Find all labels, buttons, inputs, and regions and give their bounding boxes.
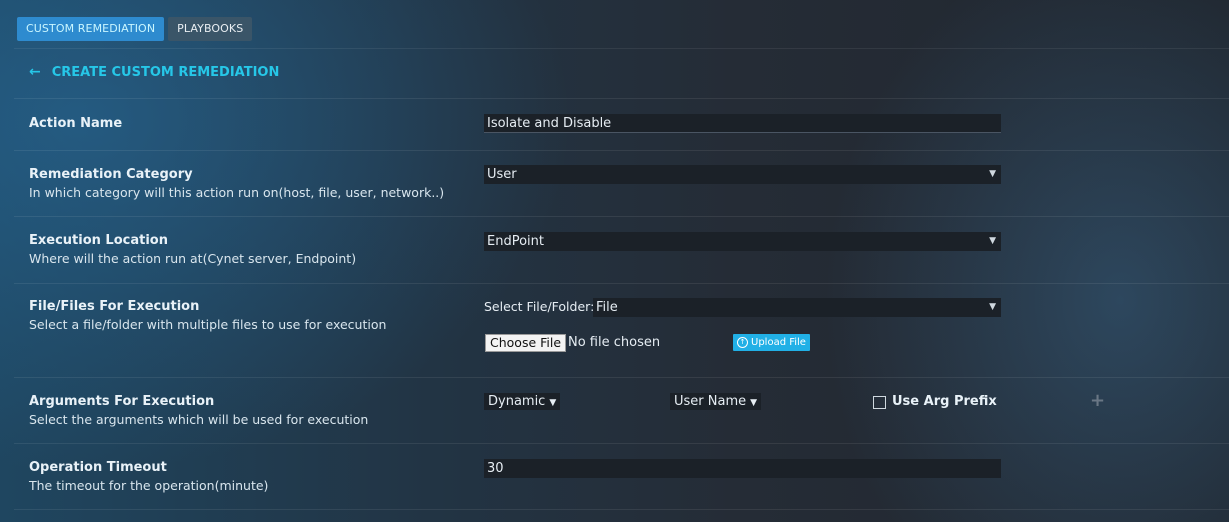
row-divider xyxy=(14,443,1229,444)
upload-icon: ↑ xyxy=(737,337,748,348)
timeout-label-group: Operation Timeout The timeout for the op… xyxy=(29,460,268,493)
action-name-label: Action Name xyxy=(29,116,123,131)
row-divider xyxy=(14,216,1229,217)
location-select[interactable]: EndPoint ▼ xyxy=(484,232,1001,251)
argument-type-value: Dynamic xyxy=(488,394,546,409)
category-label: Remediation Category xyxy=(29,167,193,182)
arguments-label: Arguments For Execution xyxy=(29,394,215,409)
action-name-label-group: Action Name xyxy=(29,116,122,131)
upload-file-label: Upload File xyxy=(751,337,806,348)
arguments-description: Select the arguments which will be used … xyxy=(29,412,369,427)
files-description: Select a file/folder with multiple files… xyxy=(29,317,387,332)
files-label: File/Files For Execution xyxy=(29,299,200,314)
tab-bar: CUSTOM REMEDIATION PLAYBOOKS xyxy=(17,17,253,41)
category-select[interactable]: User ▼ xyxy=(484,165,1001,184)
location-label: Execution Location xyxy=(29,233,168,248)
timeout-description: The timeout for the operation(minute) xyxy=(29,478,269,493)
arguments-label-group: Arguments For Execution Select the argum… xyxy=(29,394,368,427)
arrow-left-icon[interactable]: ← xyxy=(29,64,41,80)
argument-value-select[interactable]: User Name ▼ xyxy=(670,393,762,410)
row-divider xyxy=(14,509,1229,510)
tab-custom-remediation[interactable]: CUSTOM REMEDIATION xyxy=(17,17,165,41)
page-header: ← CREATE CUSTOM REMEDIATION xyxy=(29,64,279,80)
page-title: CREATE CUSTOM REMEDIATION xyxy=(51,64,280,80)
row-divider xyxy=(14,377,1229,378)
location-description: Where will the action run at(Cynet serve… xyxy=(29,251,357,266)
action-name-input[interactable]: Isolate and Disable xyxy=(484,114,1001,133)
caret-down-icon: ▼ xyxy=(989,236,996,246)
row-divider xyxy=(14,283,1229,284)
use-arg-prefix-checkbox[interactable] xyxy=(873,396,886,409)
use-arg-prefix-label: Use Arg Prefix xyxy=(892,394,997,409)
tab-divider xyxy=(14,48,1229,49)
file-folder-select-value: File xyxy=(596,300,618,315)
location-select-value: EndPoint xyxy=(487,234,544,249)
file-folder-select[interactable]: File ▼ xyxy=(593,298,1001,317)
header-divider xyxy=(14,98,1229,99)
argument-type-select[interactable]: Dynamic ▼ xyxy=(484,393,561,410)
category-description: In which category will this action run o… xyxy=(29,185,445,200)
files-label-group: File/Files For Execution Select a file/f… xyxy=(29,299,386,332)
tab-playbooks[interactable]: PLAYBOOKS xyxy=(168,17,253,41)
argument-value: User Name xyxy=(674,394,747,409)
caret-down-icon: ▼ xyxy=(989,302,996,312)
row-divider xyxy=(14,150,1229,151)
category-label-group: Remediation Category In which category w… xyxy=(29,167,444,200)
caret-down-icon: ▼ xyxy=(549,398,557,408)
choose-file-button[interactable]: Choose File xyxy=(485,334,567,352)
upload-file-button[interactable]: ↑ Upload File xyxy=(733,334,810,351)
caret-down-icon: ▼ xyxy=(989,169,996,179)
select-file-folder-label: Select File/Folder: xyxy=(484,299,595,314)
no-file-chosen-text: No file chosen xyxy=(568,335,661,350)
timeout-label: Operation Timeout xyxy=(29,460,167,475)
category-select-value: User xyxy=(487,167,517,182)
caret-down-icon: ▼ xyxy=(750,398,758,408)
location-label-group: Execution Location Where will the action… xyxy=(29,233,356,266)
add-argument-icon[interactable]: + xyxy=(1090,390,1105,411)
timeout-input[interactable]: 30 xyxy=(484,459,1001,478)
